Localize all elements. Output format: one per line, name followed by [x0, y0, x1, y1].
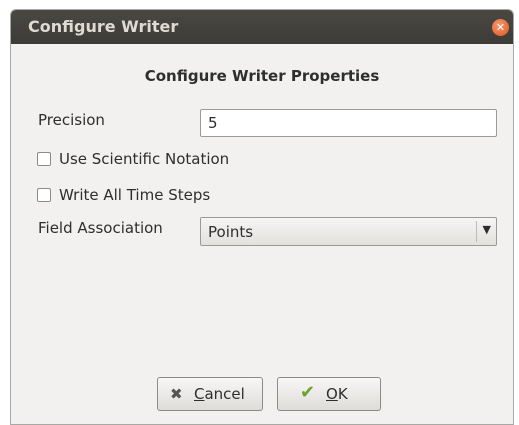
- cancel-x-icon: ✖: [170, 385, 183, 403]
- select-divider: [476, 221, 477, 242]
- precision-input[interactable]: 5: [200, 109, 497, 137]
- ok-button[interactable]: ✔ OK: [277, 377, 381, 411]
- cancel-button[interactable]: ✖ Cancel: [157, 377, 263, 411]
- write-all-time-steps-checkbox[interactable]: [37, 188, 51, 202]
- field-association-label: Field Association: [38, 219, 163, 237]
- dialog-heading: Configure Writer Properties: [144, 67, 380, 85]
- scientific-notation-label: Use Scientific Notation: [59, 150, 230, 168]
- checkmark-icon: ✔: [300, 382, 316, 403]
- dialog-window: Configure Writer ✕ Configure Writer Prop…: [10, 9, 514, 425]
- ok-button-label: OK: [326, 385, 348, 403]
- title-bar[interactable]: Configure Writer ✕: [11, 10, 513, 44]
- precision-label: Precision: [38, 111, 105, 129]
- write-all-time-steps-label: Write All Time Steps: [59, 186, 211, 204]
- field-association-select[interactable]: Points ▼: [200, 217, 497, 246]
- cancel-button-label: Cancel: [194, 385, 245, 403]
- chevron-down-icon[interactable]: ▼: [483, 223, 491, 236]
- window-title: Configure Writer: [28, 17, 179, 36]
- field-association-value: Points: [208, 223, 254, 241]
- scientific-notation-checkbox[interactable]: [37, 152, 51, 166]
- close-icon[interactable]: ✕: [492, 19, 509, 36]
